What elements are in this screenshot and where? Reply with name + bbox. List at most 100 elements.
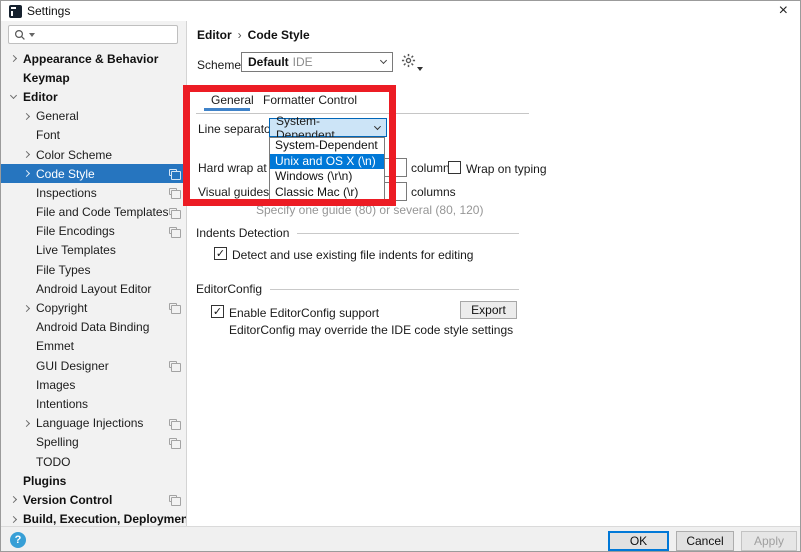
tab-formatter-control[interactable]: Formatter Control — [263, 93, 357, 109]
settings-share-icon — [169, 227, 177, 234]
indents-detection-section: Indents Detection — [196, 226, 519, 240]
enable-editorconfig-checkbox[interactable]: ✓ — [211, 305, 224, 318]
sidebar-item-todo[interactable]: TODO — [1, 452, 187, 471]
sidebar-item-gui-designer[interactable]: GUI Designer — [1, 356, 187, 375]
dropdown-option-2[interactable]: Windows (\r\n) — [270, 169, 384, 185]
sidebar-item-label: Copyright — [36, 301, 87, 315]
sidebar-item-label: Code Style — [36, 167, 95, 181]
search-filter-caret-icon[interactable] — [29, 33, 35, 37]
sidebar-item-images[interactable]: Images — [1, 375, 187, 394]
editorconfig-note: EditorConfig may override the IDE code s… — [229, 323, 513, 337]
search-input[interactable] — [8, 25, 178, 44]
sidebar-item-keymap[interactable]: Keymap — [1, 68, 187, 87]
sidebar-item-label: Android Data Binding — [36, 320, 149, 334]
sidebar-item-label: Emmet — [36, 339, 74, 353]
dropdown-option-0[interactable]: System-Dependent — [270, 138, 384, 154]
scheme-actions-button[interactable] — [401, 53, 421, 71]
sidebar-item-intentions[interactable]: Intentions — [1, 394, 187, 413]
breadcrumb-editor: Editor — [197, 28, 232, 42]
editorconfig-title: EditorConfig — [196, 282, 262, 296]
visual-guides-hint: Specify one guide (80) or several (80, 1… — [256, 203, 483, 217]
sidebar-item-label: Intentions — [36, 397, 88, 411]
window-title: Settings — [27, 4, 70, 18]
gear-icon — [401, 53, 416, 68]
sidebar-item-label: Plugins — [23, 474, 66, 488]
help-icon[interactable]: ? — [10, 532, 26, 548]
settings-share-icon — [169, 419, 177, 426]
sidebar-item-label: Editor — [23, 90, 58, 104]
wrap-on-typing-label: Wrap on typing — [466, 162, 547, 176]
settings-share-icon — [169, 188, 177, 195]
sidebar-item-label: File Encodings — [36, 224, 115, 238]
intellij-app-icon — [9, 5, 22, 18]
dropdown-option-3[interactable]: Classic Mac (\r) — [270, 185, 384, 201]
wrap-on-typing-checkbox[interactable] — [448, 161, 461, 174]
sidebar-item-label: File and Code Templates — [36, 205, 169, 219]
scheme-select[interactable]: DefaultIDE — [241, 52, 393, 72]
breadcrumb-separator: › — [232, 28, 248, 42]
chevron-right-icon[interactable] — [7, 517, 20, 522]
chevron-right-icon[interactable] — [20, 421, 33, 426]
check-icon: ✓ — [213, 306, 222, 317]
sidebar-item-copyright[interactable]: Copyright — [1, 298, 187, 317]
sidebar-item-build-execution-deployment[interactable]: Build, Execution, Deployment — [1, 510, 187, 527]
sidebar-item-live-templates[interactable]: Live Templates — [1, 241, 187, 260]
sidebar-item-plugins[interactable]: Plugins — [1, 471, 187, 490]
sidebar-item-android-layout-editor[interactable]: Android Layout Editor — [1, 279, 187, 298]
breadcrumb: Editor›Code Style — [197, 28, 310, 42]
sidebar-item-general[interactable]: General — [1, 107, 187, 126]
sidebar-item-font[interactable]: Font — [1, 126, 187, 145]
sidebar-item-label: Spelling — [36, 435, 79, 449]
sidebar-item-language-injections[interactable]: Language Injections — [1, 414, 187, 433]
gear-caret-icon — [417, 67, 423, 71]
sidebar-item-version-control[interactable]: Version Control — [1, 490, 187, 509]
close-icon[interactable]: × — [779, 1, 788, 21]
sidebar-item-editor[interactable]: Editor — [1, 87, 187, 106]
section-divider — [297, 233, 519, 234]
sidebar-item-label: TODO — [36, 455, 70, 469]
title-bar: Settings × — [1, 1, 800, 21]
sidebar-item-code-style[interactable]: Code Style — [1, 164, 187, 183]
scheme-value-suffix: IDE — [293, 55, 313, 69]
sidebar-item-label: Build, Execution, Deployment — [23, 512, 187, 526]
sidebar-item-file-and-code-templates[interactable]: File and Code Templates — [1, 203, 187, 222]
chevron-right-icon[interactable] — [20, 114, 33, 119]
export-button[interactable]: Export — [460, 301, 517, 319]
chevron-right-icon[interactable] — [20, 306, 33, 311]
chevron-down-icon[interactable] — [7, 95, 20, 98]
sidebar-item-appearance-behavior[interactable]: Appearance & Behavior — [1, 49, 187, 68]
sidebar-item-file-encodings[interactable]: File Encodings — [1, 222, 187, 241]
detect-indents-checkbox[interactable]: ✓ — [214, 247, 227, 260]
settings-share-icon — [169, 495, 177, 502]
line-separator-label: Line separator: — [198, 122, 278, 136]
sidebar-item-label: Version Control — [23, 493, 112, 507]
sidebar-item-file-types[interactable]: File Types — [1, 260, 187, 279]
code-style-panel: Editor›Code Style Scheme: DefaultIDE Gen… — [188, 21, 801, 526]
search-icon — [14, 29, 26, 41]
ok-button[interactable]: OK — [608, 531, 669, 551]
sidebar-item-inspections[interactable]: Inspections — [1, 183, 187, 202]
sidebar-item-spelling[interactable]: Spelling — [1, 433, 187, 452]
settings-dialog: Settings × Appearance & BehaviorKeymapEd… — [0, 0, 801, 552]
chevron-right-icon[interactable] — [7, 497, 20, 502]
visual-guides-label: Visual guides: — [198, 185, 273, 199]
active-tab-underline — [204, 108, 250, 111]
check-icon: ✓ — [216, 248, 225, 259]
apply-button: Apply — [741, 531, 797, 551]
chevron-right-icon[interactable] — [7, 56, 20, 61]
dropdown-option-1[interactable]: Unix and OS X (\n) — [270, 154, 384, 170]
tab-general[interactable]: General — [211, 93, 254, 109]
sidebar-item-label: Images — [36, 378, 75, 392]
sidebar-item-emmet[interactable]: Emmet — [1, 337, 187, 356]
sidebar-item-label: Android Layout Editor — [36, 282, 151, 296]
line-separator-select[interactable]: System-Dependent — [269, 118, 387, 137]
chevron-right-icon[interactable] — [20, 152, 33, 157]
sidebar-item-color-scheme[interactable]: Color Scheme — [1, 145, 187, 164]
sidebar-item-label: Font — [36, 128, 60, 142]
detect-indents-label: Detect and use existing file indents for… — [232, 248, 473, 262]
sidebar-item-android-data-binding[interactable]: Android Data Binding — [1, 318, 187, 337]
chevron-right-icon[interactable] — [20, 171, 33, 176]
cancel-button[interactable]: Cancel — [676, 531, 734, 551]
section-divider — [270, 289, 519, 290]
chevron-down-icon — [380, 57, 387, 64]
